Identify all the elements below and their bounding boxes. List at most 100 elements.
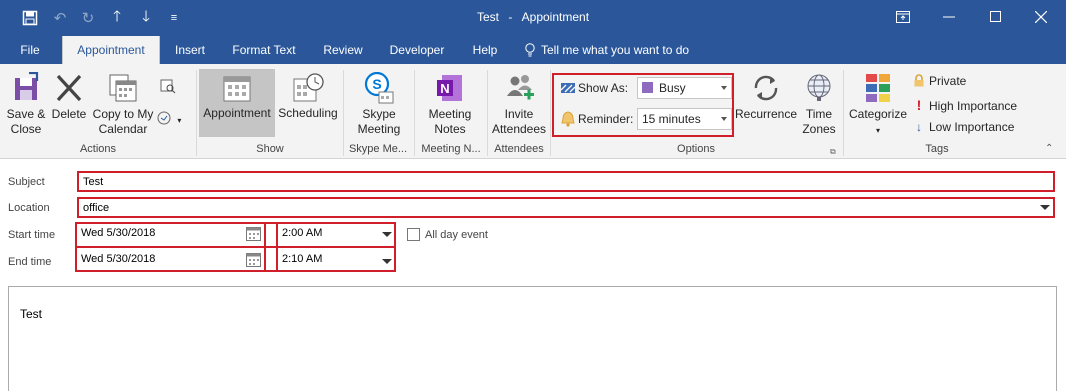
all-day-label: All day event bbox=[425, 229, 488, 241]
appointment-calendar-icon bbox=[223, 76, 251, 102]
invite-attendees-label-1: Invite bbox=[504, 107, 534, 121]
group-label-attendees: Attendees bbox=[494, 143, 544, 155]
all-day-checkbox[interactable] bbox=[407, 228, 420, 241]
calendar-picker-icon[interactable] bbox=[246, 227, 261, 241]
skype-meeting-button[interactable]: S Skype Meeting bbox=[349, 72, 409, 137]
calendar-picker-icon[interactable] bbox=[246, 253, 261, 267]
exclamation-icon: ! bbox=[916, 97, 922, 113]
group-label-options: Options bbox=[677, 143, 715, 155]
tab-help[interactable]: Help bbox=[463, 36, 507, 64]
scheduling-button[interactable]: Scheduling bbox=[277, 73, 339, 121]
tell-me-search[interactable]: Tell me what you want to do bbox=[524, 36, 689, 64]
appointment-view-button[interactable]: Appointment bbox=[199, 69, 275, 137]
copy-calendar-label-1: Copy to My bbox=[92, 107, 154, 121]
tab-file[interactable]: File bbox=[8, 36, 52, 64]
location-label: Location bbox=[8, 202, 50, 214]
invite-attendees-label-2: Attendees bbox=[491, 122, 547, 136]
close-icon[interactable] bbox=[1018, 0, 1064, 33]
group-label-meeting-notes: Meeting N... bbox=[421, 143, 481, 155]
meeting-notes-button[interactable]: N Meeting Notes bbox=[420, 72, 480, 137]
tab-review[interactable]: Review bbox=[314, 36, 372, 64]
reminder-label: Reminder: bbox=[578, 112, 634, 126]
title-bar: ↶ ↻ 🡑 🡓 ≡ Test - Appointment bbox=[0, 0, 1066, 36]
save-close-button[interactable]: Save & Close bbox=[4, 72, 48, 137]
low-importance-button[interactable]: ↓ Low Importance bbox=[913, 120, 1014, 134]
tab-developer[interactable]: Developer bbox=[381, 36, 453, 64]
show-as-dropdown[interactable]: Busy bbox=[637, 77, 732, 99]
skype-label-2: Meeting bbox=[357, 122, 401, 136]
tab-appointment[interactable]: Appointment bbox=[62, 36, 160, 65]
delete-icon bbox=[56, 74, 82, 102]
meeting-notes-label-2: Notes bbox=[434, 122, 466, 136]
end-time-dropdown[interactable]: 2:10 AM bbox=[278, 250, 393, 271]
message-body[interactable]: Test bbox=[8, 286, 1057, 391]
high-importance-button[interactable]: ! High Importance bbox=[913, 97, 1017, 113]
more-actions-button[interactable]: ▾ bbox=[156, 110, 190, 130]
start-time-label: Start time bbox=[8, 229, 56, 241]
onenote-icon: N bbox=[437, 75, 462, 101]
start-time-value: 2:00 AM bbox=[282, 227, 323, 239]
save-close-label-2: Close bbox=[10, 122, 42, 136]
forward-button[interactable] bbox=[158, 78, 178, 98]
subject-input[interactable]: Test bbox=[77, 171, 1055, 192]
copy-calendar-icon bbox=[109, 74, 137, 102]
datetime-highlight-divider bbox=[264, 222, 266, 272]
globe-icon bbox=[807, 74, 831, 101]
bell-icon bbox=[561, 111, 575, 127]
copy-calendar-label-2: Calendar bbox=[98, 122, 148, 136]
chevron-down-icon[interactable] bbox=[382, 232, 392, 237]
ribbon-display-icon[interactable] bbox=[880, 0, 926, 33]
recurrence-button[interactable]: Recurrence bbox=[735, 72, 797, 122]
end-time-value: 2:10 AM bbox=[282, 253, 323, 265]
categorize-icon bbox=[866, 74, 890, 102]
scheduling-label: Scheduling bbox=[278, 106, 338, 120]
group-label-skype: Skype Me... bbox=[348, 143, 408, 155]
ribbon-tab-bar: File Appointment Insert Format Text Revi… bbox=[0, 36, 1066, 65]
tab-insert[interactable]: Insert bbox=[166, 36, 214, 64]
subject-value: Test bbox=[83, 176, 104, 188]
categorize-button[interactable]: Categorize ▾ bbox=[847, 72, 909, 138]
skype-label-1: Skype bbox=[362, 107, 396, 121]
start-date-input[interactable]: Wed 5/30/2018 bbox=[77, 224, 265, 245]
invite-attendees-button[interactable]: Invite Attendees bbox=[490, 72, 548, 137]
reminder-value: 15 minutes bbox=[642, 112, 701, 126]
private-button[interactable]: Private bbox=[913, 74, 966, 88]
categorize-label: Categorize bbox=[848, 107, 908, 121]
end-date-input[interactable]: Wed 5/30/2018 bbox=[77, 250, 265, 271]
group-label-show: Show bbox=[256, 143, 284, 155]
maximize-icon[interactable] bbox=[972, 0, 1018, 33]
save-close-label-1: Save & bbox=[6, 107, 46, 121]
private-label: Private bbox=[929, 74, 967, 88]
ribbon: Save & Close Delete Copy to My Calendar … bbox=[0, 64, 1066, 159]
down-arrow-icon: ↓ bbox=[916, 120, 922, 134]
time-zones-button[interactable]: Time Zones bbox=[799, 72, 839, 137]
collapse-ribbon-icon[interactable]: ⌃ bbox=[1045, 143, 1053, 154]
busy-swatch bbox=[642, 82, 653, 93]
appointment-view-label: Appointment bbox=[203, 106, 271, 120]
options-launcher-icon[interactable]: ⧉ bbox=[830, 147, 836, 157]
minimize-icon[interactable] bbox=[926, 0, 972, 33]
skype-icon: S bbox=[364, 72, 394, 104]
message-body-text: Test bbox=[20, 307, 43, 321]
tell-me-text: Tell me what you want to do bbox=[541, 43, 690, 57]
chevron-down-icon[interactable] bbox=[1040, 205, 1050, 210]
chevron-down-icon[interactable] bbox=[382, 259, 392, 264]
copy-to-calendar-button[interactable]: Copy to My Calendar bbox=[90, 72, 156, 137]
svg-text:N: N bbox=[440, 81, 449, 96]
location-value: office bbox=[83, 202, 110, 214]
tab-format-text[interactable]: Format Text bbox=[224, 36, 304, 64]
delete-button[interactable]: Delete bbox=[50, 72, 88, 122]
location-input[interactable]: office bbox=[77, 197, 1055, 218]
show-as-value: Busy bbox=[659, 81, 686, 95]
start-date-value: Wed 5/30/2018 bbox=[81, 227, 156, 239]
chevron-down-icon bbox=[721, 86, 727, 90]
reminder-dropdown[interactable]: 15 minutes bbox=[637, 108, 732, 130]
chevron-down-icon: ▾ bbox=[177, 116, 182, 125]
time-zones-label-1: Time bbox=[805, 107, 833, 121]
recurrence-icon bbox=[754, 75, 778, 101]
lock-icon bbox=[914, 74, 924, 87]
high-importance-label: High Importance bbox=[929, 99, 1018, 113]
end-time-label: End time bbox=[8, 256, 52, 268]
start-time-dropdown[interactable]: 2:00 AM bbox=[278, 224, 393, 245]
datetime-highlight-divider bbox=[75, 246, 396, 248]
